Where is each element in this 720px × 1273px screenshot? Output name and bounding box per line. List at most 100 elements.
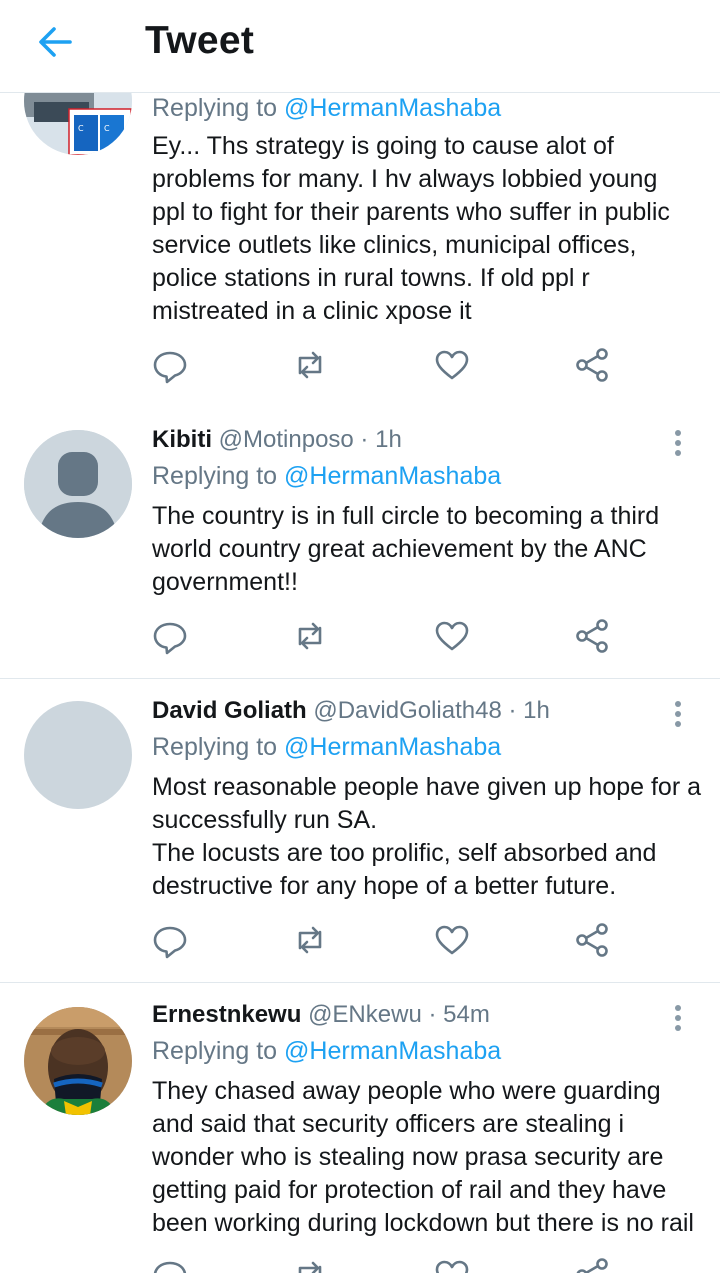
like-icon [435, 1260, 469, 1273]
tweet-header: David Goliath @DavidGoliath48 · 1h [152, 697, 550, 725]
mention-link[interactable]: @HermanMashaba [284, 94, 501, 122]
replying-to: Replying to @HermanMashaba [152, 462, 501, 491]
tweet-text-line: getting paid for protection of rail and … [152, 1176, 667, 1204]
tweet-text-line: Most reasonable people have given up hop… [152, 773, 701, 801]
tweet-text-line: ppl to fight for their parents who suffe… [152, 198, 670, 226]
avatar[interactable] [24, 430, 132, 538]
retweet-icon [298, 622, 322, 650]
reply-button[interactable] [150, 1255, 194, 1273]
top-bar: Tweet [0, 0, 720, 93]
like-button[interactable] [432, 1255, 476, 1273]
tweet-text-line: government!! [152, 568, 298, 596]
share-button[interactable] [572, 920, 616, 960]
tweet-text-line: They chased away people who were guardin… [152, 1077, 661, 1105]
retweet-button[interactable] [290, 1255, 334, 1273]
tweet-text-line: police stations in rural towns. If old p… [152, 264, 590, 292]
tweet-text-line: destructive for any hope of a better fut… [152, 872, 617, 900]
share-icon [576, 1258, 608, 1273]
tweet-text-line: world country great achievement by the A… [152, 535, 647, 563]
retweet-button[interactable] [290, 345, 334, 385]
like-button[interactable] [432, 920, 476, 960]
share-button[interactable] [572, 616, 616, 656]
more-options-button[interactable] [666, 426, 690, 466]
replying-label: Replying to [152, 1037, 285, 1065]
like-icon [435, 925, 469, 955]
retweet-button[interactable] [290, 616, 334, 656]
like-icon [435, 350, 469, 380]
handle-and-time: @Motinposo · 1h [218, 426, 402, 453]
display-name[interactable]: Kibiti [152, 426, 212, 453]
retweet-icon [298, 926, 322, 954]
tweet-text: Ey... Ths strategy is going to cause alo… [152, 130, 707, 328]
tweet-text: Most reasonable people have given up hop… [152, 771, 707, 903]
retweet-icon [298, 1261, 322, 1273]
replying-to: Replying to @HermanMashaba [152, 1037, 501, 1066]
share-button[interactable] [572, 1255, 616, 1273]
tweet-text-line: successfully run SA. [152, 806, 378, 834]
avatar[interactable] [24, 701, 132, 809]
reply-icon [153, 622, 187, 655]
tweet-actions [150, 345, 630, 385]
avatar[interactable] [24, 1007, 132, 1115]
avatar[interactable]: C C [24, 93, 132, 155]
display-name[interactable]: Ernestnkewu [152, 1001, 301, 1028]
like-button[interactable] [432, 345, 476, 385]
tweet-text-line: problems for many. I hv always lobbied y… [152, 165, 658, 193]
tweet-actions [150, 616, 630, 656]
default-avatar-icon [24, 430, 132, 538]
like-icon [435, 621, 469, 651]
replying-to: Replying to @HermanMashaba [152, 94, 501, 123]
tweet-item[interactable]: David Goliath @DavidGoliath48 · 1h Reply… [0, 679, 720, 983]
tweet-text-line: mistreated in a clinic xpose it [152, 297, 472, 325]
display-name[interactable]: David Goliath [152, 697, 307, 724]
tweet-actions [150, 920, 630, 960]
retweet-button[interactable] [290, 920, 334, 960]
reply-button[interactable] [150, 920, 194, 960]
reply-button[interactable] [150, 345, 194, 385]
mention-link[interactable]: @HermanMashaba [284, 733, 501, 761]
avatar-photo [24, 1007, 132, 1115]
share-button[interactable] [572, 345, 616, 385]
replying-label: Replying to [152, 462, 285, 490]
tweet-text-line: The locusts are too prolific, self absor… [152, 839, 657, 867]
reply-icon [153, 351, 187, 384]
arrow-left-icon [39, 27, 72, 57]
tweet-text: They chased away people who were guardin… [152, 1075, 707, 1240]
tweet-text-line: and said that security officers are stea… [152, 1110, 625, 1138]
more-options-button[interactable] [666, 1001, 690, 1041]
share-icon [576, 619, 608, 653]
reply-icon [153, 1261, 187, 1273]
reply-button[interactable] [150, 616, 194, 656]
tweet-text-line: Ey... Ths strategy is going to cause alo… [152, 132, 614, 160]
reply-feed[interactable]: C C Replying to @HermanMashaba Ey... Ths… [0, 93, 720, 1273]
handle-and-time: @ENkewu · 54m [308, 1001, 490, 1028]
tweet-text: The country is in full circle to becomin… [152, 500, 707, 599]
tweet-text-line: service outlets like clinics, municipal … [152, 231, 637, 259]
handle-and-time: @DavidGoliath48 · 1h [313, 697, 550, 724]
svg-text:C: C [78, 124, 84, 133]
tweet-header: Ernestnkewu @ENkewu · 54m [152, 1001, 490, 1029]
svg-text:C: C [104, 124, 110, 133]
replying-label: Replying to [152, 94, 285, 122]
page-title: Tweet [145, 19, 255, 62]
avatar-image: C C [24, 93, 132, 155]
replying-label: Replying to [152, 733, 285, 761]
replying-to: Replying to @HermanMashaba [152, 733, 501, 762]
reply-icon [153, 926, 187, 959]
tweet-actions [150, 1255, 630, 1273]
mention-link[interactable]: @HermanMashaba [284, 462, 501, 490]
share-icon [576, 923, 608, 957]
back-button[interactable] [34, 20, 78, 64]
mention-link[interactable]: @HermanMashaba [284, 1037, 501, 1065]
tweet-item[interactable]: C C Replying to @HermanMashaba Ey... Ths… [0, 93, 720, 409]
tweet-text-line: The country is in full circle to becomin… [152, 502, 660, 530]
more-options-button[interactable] [666, 697, 690, 737]
tweet-item[interactable]: Ernestnkewu @ENkewu · 54m Replying to @H… [0, 983, 720, 1273]
tweet-header: Kibiti @Motinposo · 1h [152, 426, 402, 454]
tweet-item[interactable]: Kibiti @Motinposo · 1h Replying to @Herm… [0, 408, 720, 679]
tweet-text-line: been working during lockdown but there i… [152, 1209, 694, 1237]
like-button[interactable] [432, 616, 476, 656]
retweet-icon [298, 351, 322, 379]
share-icon [576, 348, 608, 382]
tweet-text-line: wonder who is stealing now prasa securit… [152, 1143, 664, 1171]
